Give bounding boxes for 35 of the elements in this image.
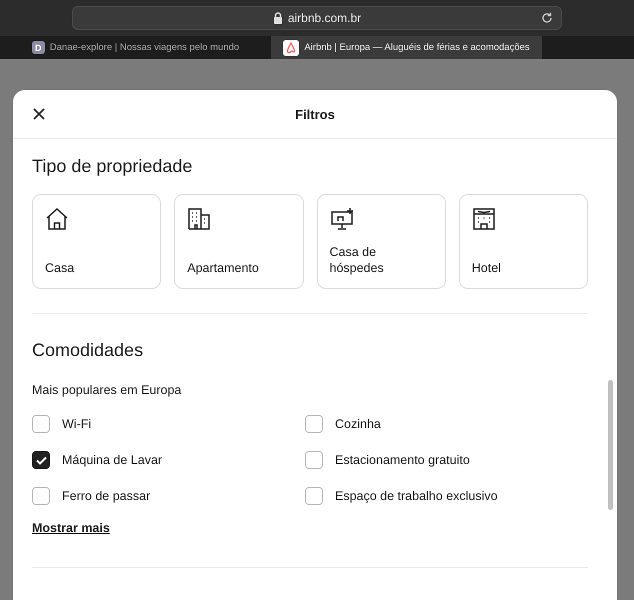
hotel-icon [472, 207, 496, 231]
lock-icon [272, 12, 283, 24]
property-type-card[interactable]: Casa [32, 194, 162, 289]
reload-icon[interactable] [541, 12, 553, 24]
checkbox[interactable] [305, 415, 323, 433]
show-more-link[interactable]: Mostrar mais [32, 521, 110, 535]
checkbox[interactable] [305, 487, 323, 505]
address-text: airbnb.com.br [288, 11, 362, 25]
checkbox-label: Cozinha [335, 417, 381, 431]
browser-tab[interactable]: D Danae-explore | Nossas viagens pelo mundo [0, 36, 271, 59]
checkbox-label: Ferro de passar [62, 489, 150, 503]
guesthouse-icon [330, 207, 354, 231]
checkbox[interactable] [32, 487, 50, 505]
address-bar[interactable]: airbnb.com.br [72, 6, 562, 30]
section-heading: Comodidades [32, 340, 144, 361]
close-icon[interactable] [33, 108, 45, 120]
checkbox[interactable] [305, 451, 323, 469]
house-icon [45, 207, 69, 231]
checkbox[interactable] [32, 451, 50, 469]
modal-title: Filtros [295, 106, 335, 122]
property-type-card[interactable]: Hotel [458, 194, 588, 289]
scrollbar[interactable] [608, 380, 613, 510]
property-type-card[interactable]: Casa de hóspedes [316, 194, 446, 289]
checkbox-label: Estacionamento gratuito [335, 453, 470, 467]
logo-icon [283, 40, 300, 56]
section-heading: Tipo de propriedade [32, 156, 194, 177]
favicon-icon: D [32, 41, 45, 54]
property-type-card[interactable]: Apartamento [174, 194, 304, 289]
checkbox-label: Máquina de Lavar [62, 453, 162, 467]
subheading: Mais populares em Europa [32, 383, 182, 397]
checkbox-label: Wi-Fi [62, 417, 92, 431]
browser-tab[interactable]: Airbnb | Europa — Aluguéis de férias e acomodações [271, 36, 542, 59]
checkbox-label: Espaço de trabalho exclusivo [335, 489, 498, 503]
building-icon [187, 207, 212, 231]
checkbox[interactable] [32, 415, 50, 433]
